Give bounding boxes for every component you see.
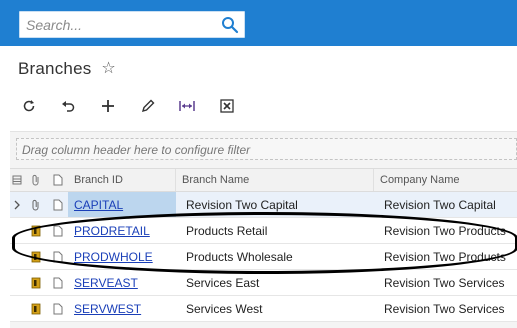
branch-name-cell[interactable]: Products Retail [180, 218, 374, 243]
attachment-icon[interactable] [28, 192, 44, 217]
note-header-icon [50, 169, 66, 191]
add-icon [102, 100, 114, 112]
branch-id-link[interactable]: CAPITAL [74, 198, 123, 212]
search-icon[interactable] [221, 16, 239, 34]
undo-icon [62, 101, 75, 112]
company-name-cell[interactable]: Revision Two Products [378, 218, 517, 243]
branch-name-cell[interactable]: Products Wholesale [180, 244, 374, 269]
branch-id-link[interactable]: SERVWEST [74, 302, 141, 316]
row-selector-header-icon[interactable] [10, 169, 24, 191]
attachment-header-icon [28, 169, 44, 191]
branch-name-cell[interactable]: Services West [180, 296, 374, 321]
document-icon[interactable] [50, 218, 66, 243]
note-icon[interactable] [28, 218, 44, 243]
branch-name-cell[interactable]: Revision Two Capital [180, 192, 374, 217]
grid-header: Branch ID Branch Name Company Name [10, 168, 517, 192]
branch-id-cell[interactable]: PRODRETAIL [68, 218, 176, 243]
branch-name-cell[interactable]: Services East [180, 270, 374, 295]
page-title: Branches [18, 59, 92, 78]
column-header-branch-id[interactable]: Branch ID [68, 169, 176, 191]
branch-id-link[interactable]: SERVEAST [74, 276, 138, 290]
company-name-cell[interactable]: Revision Two Capital [378, 192, 517, 217]
note-icon[interactable] [28, 270, 44, 295]
export-excel-button[interactable] [216, 95, 238, 117]
document-icon[interactable] [50, 244, 66, 269]
refresh-button[interactable] [18, 95, 40, 117]
row-expand-chevron-icon[interactable] [10, 192, 24, 217]
branch-id-link[interactable]: PRODWHOLE [74, 250, 153, 264]
refresh-icon [23, 100, 35, 112]
favorite-star-icon[interactable]: ☆ [101, 61, 115, 77]
column-header-branch-name[interactable]: Branch Name [176, 169, 374, 191]
branches-grid: Drag column header here to configure fil… [10, 131, 517, 328]
company-name-cell[interactable]: Revision Two Services [378, 270, 517, 295]
export-excel-icon [220, 99, 234, 113]
company-name-cell[interactable]: Revision Two Services [378, 296, 517, 321]
undo-button[interactable] [57, 95, 79, 117]
note-icon[interactable] [28, 244, 44, 269]
document-icon[interactable] [50, 192, 66, 217]
company-name-cell[interactable]: Revision Two Products [378, 244, 517, 269]
note-icon[interactable] [28, 296, 44, 321]
add-button[interactable] [97, 95, 119, 117]
column-header-company-name[interactable]: Company Name [374, 169, 517, 191]
search-input[interactable] [20, 12, 220, 37]
top-bar [0, 0, 517, 46]
fit-columns-button[interactable] [176, 95, 198, 117]
search-box[interactable] [19, 11, 245, 38]
table-row[interactable]: PRODRETAIL Products Retail Revision Two … [10, 218, 517, 244]
document-icon[interactable] [50, 270, 66, 295]
branch-id-cell[interactable]: SERVEAST [68, 270, 176, 295]
table-row[interactable]: PRODWHOLE Products Wholesale Revision Tw… [10, 244, 517, 270]
page-header: Branches ☆ [18, 58, 116, 80]
edit-button[interactable] [137, 95, 159, 117]
branch-id-link[interactable]: PRODRETAIL [74, 224, 150, 238]
edit-icon [141, 99, 155, 113]
document-icon[interactable] [50, 296, 66, 321]
branch-id-cell[interactable]: PRODWHOLE [68, 244, 176, 269]
fit-columns-icon [179, 101, 195, 111]
table-row[interactable]: SERVEAST Services East Revision Two Serv… [10, 270, 517, 296]
branch-id-cell[interactable]: CAPITAL [68, 192, 176, 217]
table-row[interactable]: SERVWEST Services West Revision Two Serv… [10, 296, 517, 322]
filter-drop-zone[interactable]: Drag column header here to configure fil… [16, 138, 517, 160]
table-row[interactable]: CAPITAL Revision Two Capital Revision Tw… [10, 192, 517, 218]
branch-id-cell[interactable]: SERVWEST [68, 296, 176, 321]
